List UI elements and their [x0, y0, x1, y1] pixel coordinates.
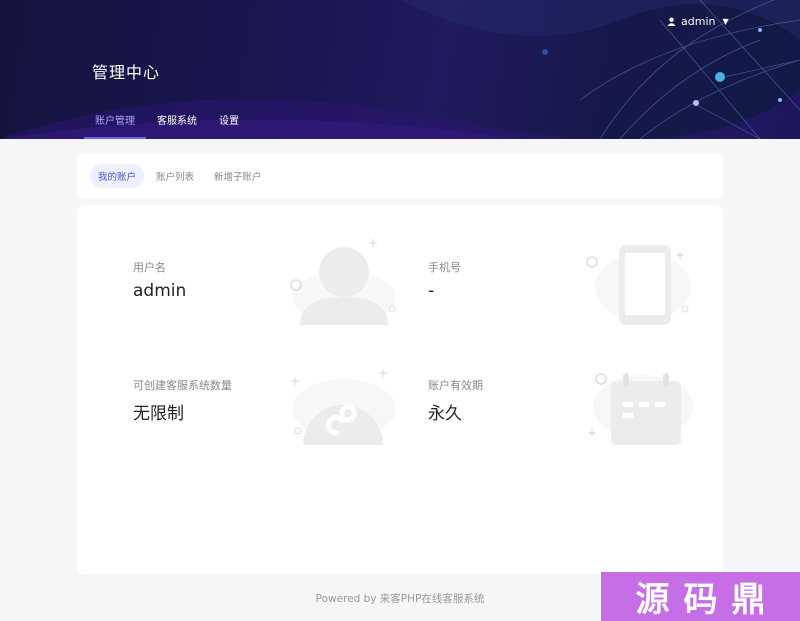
- watermark-logo: 源 码 鼎: [601, 572, 800, 621]
- subtab-my-account[interactable]: 我的账户: [90, 164, 145, 188]
- sub-navigation: 我的账户 账户列表 新增子账户: [77, 153, 723, 199]
- stat-quota-value: 无限制: [133, 404, 184, 424]
- stat-validity-label: 账户有效期: [428, 379, 483, 392]
- watermark-char: 码: [683, 580, 718, 620]
- nav-tab-settings[interactable]: 设置: [208, 108, 250, 139]
- subtab-account-list[interactable]: 账户列表: [148, 164, 202, 188]
- stat-phone-label: 手机号: [428, 261, 461, 274]
- miniprogram-illustration-icon: + +: [290, 366, 396, 445]
- header-banner: 管理中心 admin ▼ 账户管理 客服系统 设置: [0, 0, 800, 139]
- subtab-add-subaccount[interactable]: 新增子账户: [206, 164, 270, 188]
- main-nav: 账户管理 客服系统 设置: [84, 108, 250, 139]
- user-icon: [667, 17, 676, 26]
- user-illustration-icon: +: [290, 236, 396, 325]
- stat-username-value: admin: [133, 281, 187, 301]
- stat-phone-value: -: [428, 281, 435, 301]
- svg-text:+: +: [587, 426, 597, 440]
- chevron-down-icon: ▼: [722, 16, 729, 26]
- svg-text:+: +: [368, 236, 378, 250]
- watermark-char: 鼎: [731, 580, 766, 620]
- stat-username-label: 用户名: [133, 261, 166, 274]
- user-menu[interactable]: admin ▼: [667, 13, 729, 29]
- page-title: 管理中心: [92, 63, 161, 82]
- svg-text:+: +: [378, 366, 388, 380]
- stat-quota: 可创建客服系统数量 无限制: [133, 377, 232, 424]
- stat-validity-value: 永久: [428, 404, 462, 424]
- svg-text:+: +: [290, 374, 300, 388]
- calendar-illustration-icon: +: [587, 373, 693, 445]
- phone-illustration-icon: +: [586, 245, 691, 325]
- username-label: admin: [681, 14, 716, 28]
- stat-validity: 账户有效期 永久: [428, 377, 483, 424]
- watermark-char: 源: [635, 580, 670, 620]
- nav-tab-account[interactable]: 账户管理: [84, 108, 146, 139]
- stat-username: 用户名 admin: [133, 259, 186, 301]
- account-info-card: 用户名 admin + 手机号 - + 可创建客服系统数量 无限制 + + 账户…: [77, 205, 723, 574]
- stat-quota-label: 可创建客服系统数量: [133, 379, 232, 392]
- nav-tab-service[interactable]: 客服系统: [146, 108, 208, 139]
- svg-text:+: +: [675, 248, 685, 262]
- stat-phone: 手机号 -: [428, 259, 461, 301]
